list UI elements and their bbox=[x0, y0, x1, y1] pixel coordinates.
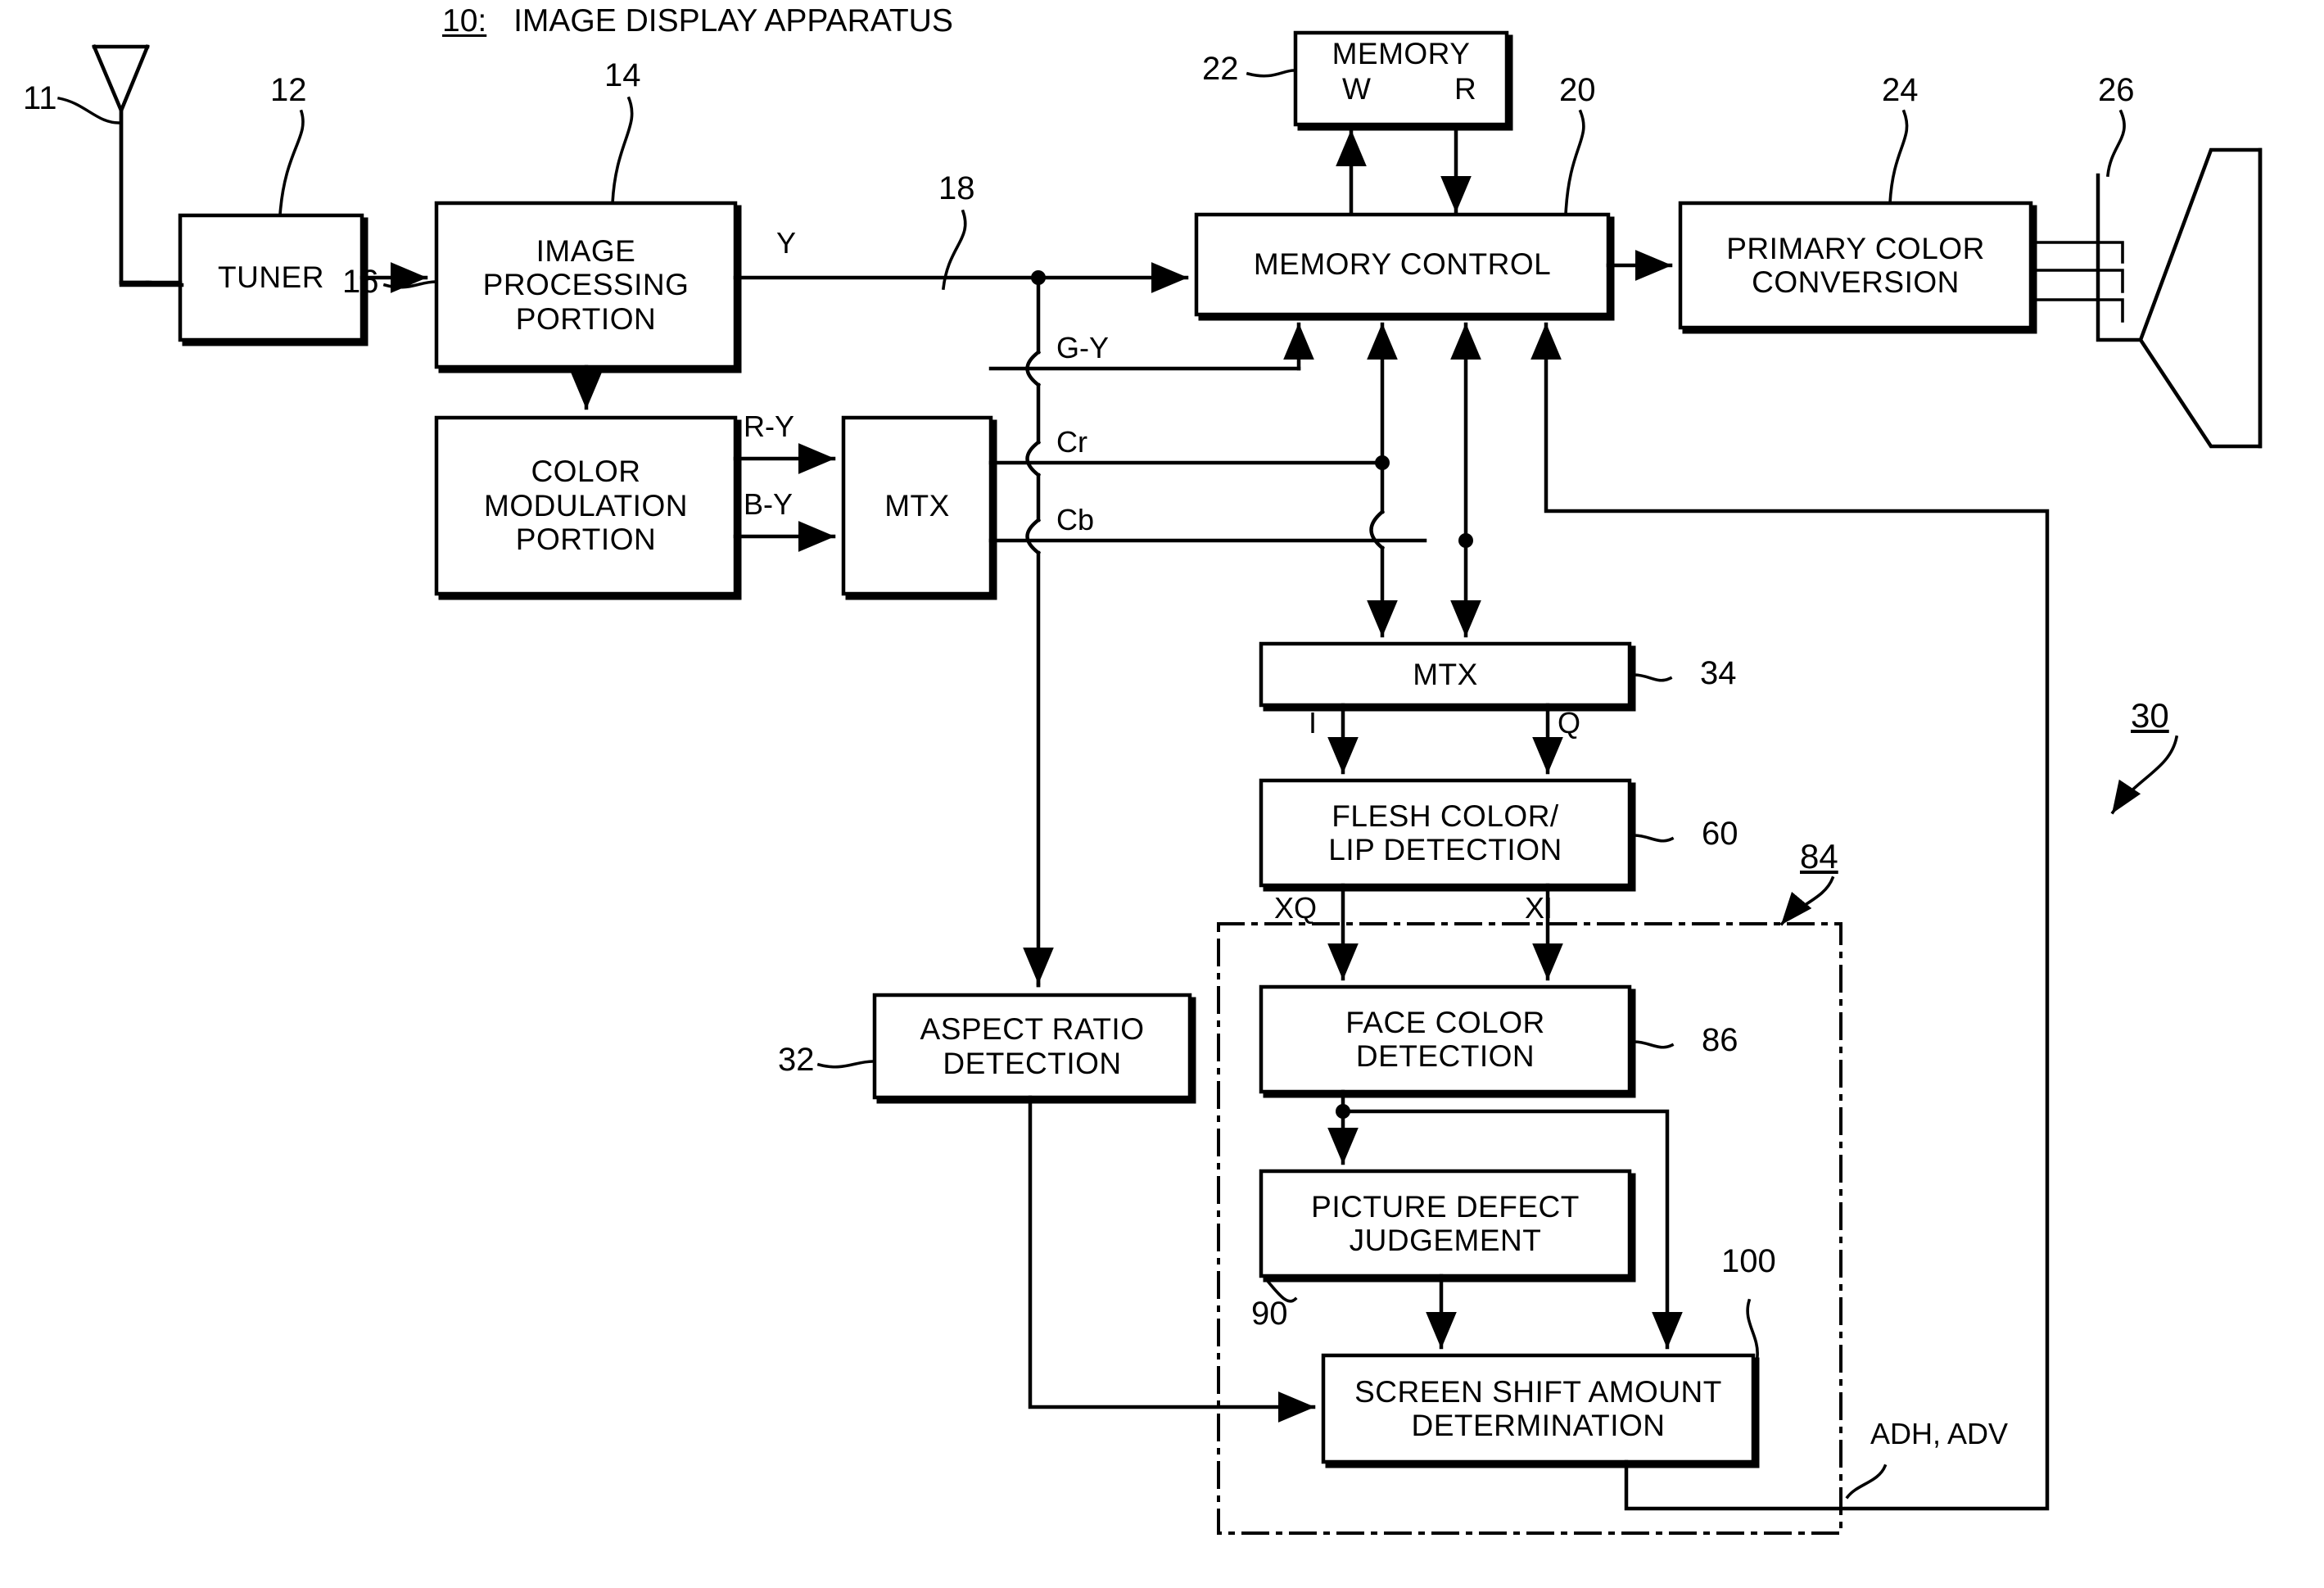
ref-24: 24 bbox=[1882, 72, 1919, 108]
ref-100: 100 bbox=[1721, 1243, 1776, 1279]
wires-primary-to-crt bbox=[2029, 241, 2124, 323]
crt-display-symbol bbox=[2096, 147, 2263, 449]
signal-label-cr: Cr bbox=[1056, 425, 1087, 459]
ref-30: 30 bbox=[2131, 696, 2169, 735]
wire-adh-adv-feedback bbox=[1530, 322, 2050, 1511]
block-screen-shift bbox=[1321, 1353, 1756, 1464]
block-aspect-ratio bbox=[872, 993, 1192, 1100]
reference-leaders bbox=[278, 69, 2179, 1500]
block-primary-color bbox=[1678, 201, 2033, 330]
patent-figure-canvas: 10: IMAGE DISPLAY APPARATUS TUNER IMAGE … bbox=[0, 0, 2324, 1588]
ref-34: 34 bbox=[1700, 655, 1737, 691]
ref-26: 26 bbox=[2098, 72, 2135, 108]
dashdot-group-84 bbox=[1217, 922, 1842, 1535]
signal-label-adh-adv: ADH, ADV bbox=[1870, 1417, 2009, 1450]
signal-label-i: I bbox=[1309, 706, 1318, 740]
ref-32: 32 bbox=[778, 1042, 815, 1078]
ref-90: 90 bbox=[1251, 1296, 1288, 1332]
ref-86: 86 bbox=[1702, 1022, 1738, 1058]
figure-title: 10: IMAGE DISPLAY APPARATUS bbox=[442, 3, 953, 39]
ref-18: 18 bbox=[938, 170, 975, 206]
block-color-mod bbox=[434, 415, 738, 596]
wire-face-to-shift bbox=[1341, 1109, 1683, 1350]
ref-20: 20 bbox=[1559, 72, 1596, 108]
antenna-symbol bbox=[92, 44, 183, 285]
signal-label-gy: G-Y bbox=[1056, 331, 1110, 364]
signal-label-q: Q bbox=[1558, 706, 1581, 740]
ref-84: 84 bbox=[1800, 837, 1838, 875]
block-memory-ctrl bbox=[1194, 212, 1611, 317]
wire-hops bbox=[1025, 349, 1042, 556]
diagram-vector-layer bbox=[57, 30, 2263, 1535]
ref-22: 22 bbox=[1202, 51, 1239, 87]
ref-60: 60 bbox=[1702, 816, 1738, 852]
block-picture-defect bbox=[1259, 1169, 1632, 1278]
block-mtx34 bbox=[1259, 641, 1632, 708]
signal-label-by: B-Y bbox=[744, 487, 794, 521]
signal-label-cb: Cb bbox=[1056, 503, 1095, 536]
signal-label-xq: XQ bbox=[1274, 891, 1318, 925]
ref-16: 16 bbox=[342, 264, 379, 300]
signal-label-y: Y bbox=[776, 226, 797, 260]
memory-write-port-label: W bbox=[1342, 72, 1371, 106]
memory-read-port-label: R bbox=[1454, 72, 1476, 106]
signal-label-ry: R-Y bbox=[744, 409, 794, 443]
block-mtx18 bbox=[841, 415, 993, 596]
wire-aspect-to-shift bbox=[1028, 1095, 1316, 1423]
figure-title-number: 10: bbox=[442, 3, 487, 38]
ref-11: 11 bbox=[23, 80, 57, 116]
signal-label-xi: XI bbox=[1525, 891, 1553, 925]
block-face-color bbox=[1259, 984, 1632, 1094]
block-image-proc bbox=[434, 201, 738, 369]
figure-title-text: IMAGE DISPLAY APPARATUS bbox=[513, 3, 953, 38]
ref-12: 12 bbox=[270, 72, 307, 108]
ref-14: 14 bbox=[604, 57, 641, 93]
block-tuner bbox=[178, 213, 364, 342]
block-flesh-lip bbox=[1259, 778, 1632, 888]
